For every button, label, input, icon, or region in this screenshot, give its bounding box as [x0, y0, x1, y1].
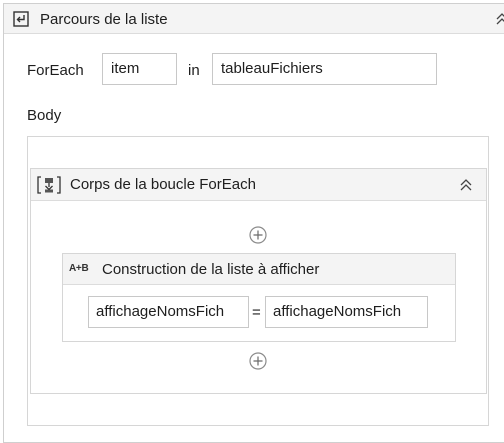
collection-field[interactable]: tableauFichiers — [212, 53, 437, 85]
assign-icon: A+B — [69, 263, 89, 274]
plus-circle-icon[interactable] — [248, 225, 268, 245]
assign-activity-header[interactable]: A+B Construction de la liste à afficher — [63, 254, 455, 285]
assign-to-field[interactable]: affichageNomsFich — [88, 296, 249, 328]
item-variable-field[interactable]: item — [102, 53, 177, 85]
body-sequence-header[interactable]: Corps de la boucle ForEach — [31, 169, 486, 201]
plus-circle-icon[interactable] — [248, 351, 268, 371]
in-label: in — [188, 62, 200, 79]
foreach-activity-header[interactable]: Parcours de la liste — [4, 4, 504, 34]
double-chevron-up-icon[interactable] — [492, 9, 504, 29]
assign-activity-title[interactable]: Construction de la liste à afficher — [102, 261, 319, 278]
double-chevron-up-icon[interactable] — [456, 175, 476, 195]
foreach-label: ForEach — [27, 62, 84, 79]
body-label: Body — [27, 107, 62, 124]
body-sequence-icon — [37, 176, 61, 194]
foreach-icon — [13, 11, 29, 27]
assign-operator: = — [252, 304, 261, 321]
foreach-activity-title[interactable]: Parcours de la liste — [40, 11, 168, 28]
assign-value-field[interactable]: affichageNomsFich — [265, 296, 428, 328]
body-sequence-title[interactable]: Corps de la boucle ForEach — [70, 176, 256, 193]
